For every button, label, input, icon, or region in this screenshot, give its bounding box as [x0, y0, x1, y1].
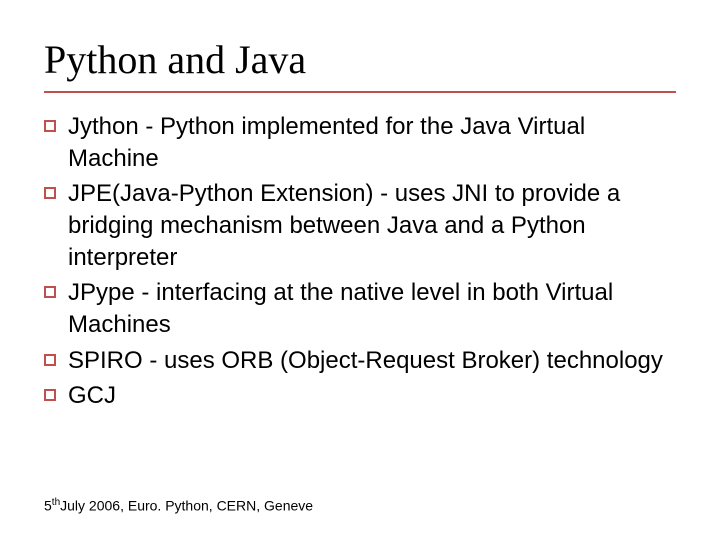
- list-item-text: Jython - Python implemented for the Java…: [68, 111, 676, 174]
- square-bullet-icon: [44, 286, 56, 298]
- square-bullet-icon: [44, 389, 56, 401]
- title-underline: [44, 91, 676, 93]
- list-item-text: JPE(Java-Python Extension) - uses JNI to…: [68, 178, 676, 273]
- list-item: SPIRO - uses ORB (Object-Request Broker)…: [44, 345, 676, 377]
- footer: 5thJuly 2006, Euro. Python, CERN, Geneve: [44, 497, 313, 514]
- footer-rest: July 2006, Euro. Python, CERN, Geneve: [60, 498, 313, 514]
- list-item-text: GCJ: [68, 380, 676, 412]
- list-item: JPype - interfacing at the native level …: [44, 277, 676, 340]
- square-bullet-icon: [44, 120, 56, 132]
- bullet-list: Jython - Python implemented for the Java…: [44, 111, 676, 412]
- slide-title: Python and Java: [44, 36, 676, 83]
- slide: Python and Java Jython - Python implemen…: [0, 0, 720, 540]
- list-item-text: SPIRO - uses ORB (Object-Request Broker)…: [68, 345, 676, 377]
- list-item: Jython - Python implemented for the Java…: [44, 111, 676, 174]
- footer-ordinal: th: [52, 497, 60, 508]
- list-item: GCJ: [44, 380, 676, 412]
- square-bullet-icon: [44, 187, 56, 199]
- list-item-text: JPype - interfacing at the native level …: [68, 277, 676, 340]
- list-item: JPE(Java-Python Extension) - uses JNI to…: [44, 178, 676, 273]
- footer-day: 5: [44, 498, 52, 514]
- square-bullet-icon: [44, 354, 56, 366]
